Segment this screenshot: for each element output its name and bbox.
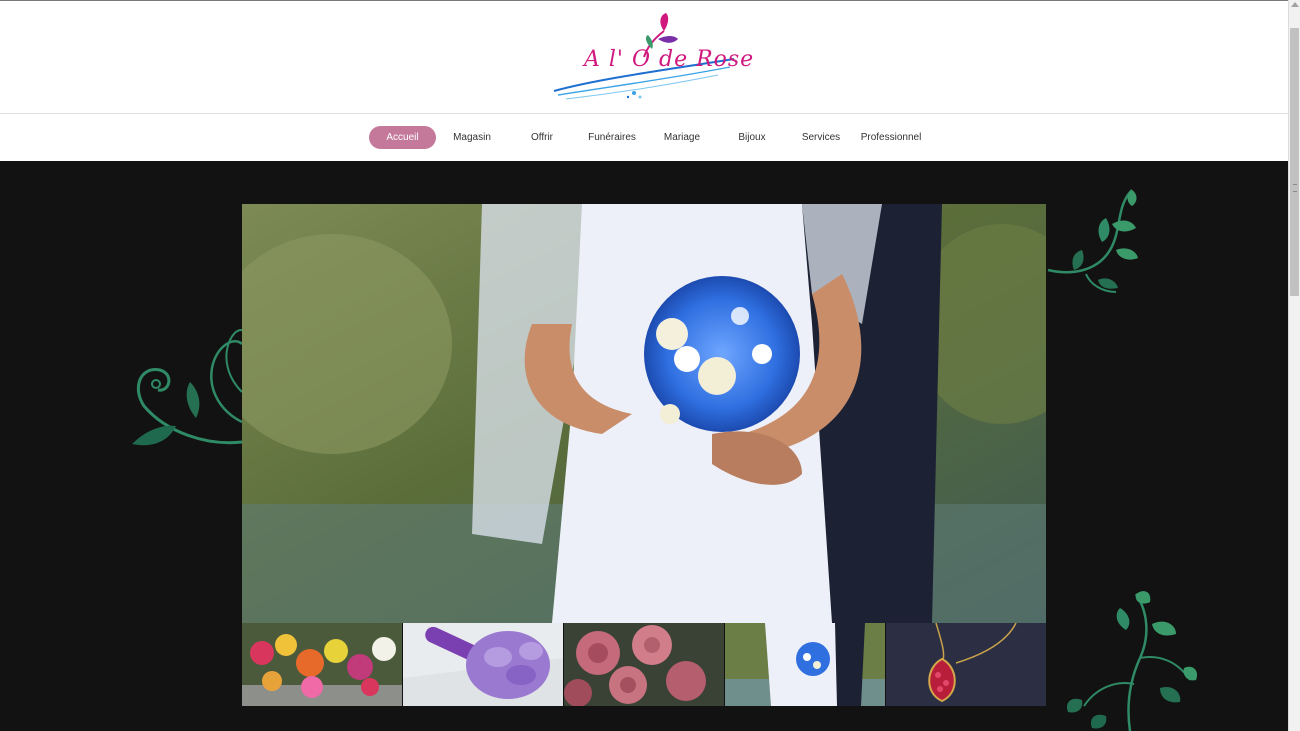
nav-item-bijoux[interactable]: Bijoux: [721, 126, 783, 149]
thumbnail-purple-calla[interactable]: [403, 623, 563, 706]
thumbnail-ruby-pendant[interactable]: [886, 623, 1046, 706]
thumbnail-pink-roses[interactable]: [564, 623, 724, 706]
right-top-vine-ornament: [1047, 189, 1138, 293]
nav-item-mariage[interactable]: Mariage: [651, 126, 713, 149]
logo-text: A l' O de Rose: [584, 47, 755, 72]
slider-thumbnails: [242, 623, 1046, 706]
wedding-bouquet-thumb-image: [725, 623, 885, 706]
nav-item-services[interactable]: Services: [790, 126, 852, 149]
nav-item-professionnel[interactable]: Professionnel: [858, 126, 924, 149]
scrollbar-thumb[interactable]: [1290, 28, 1299, 296]
main-nav: Accueil Magasin Offrir Funéraires Mariag…: [0, 114, 1288, 161]
scroll-up-arrow-icon[interactable]: [1291, 2, 1299, 7]
vertical-scrollbar[interactable]: [1288, 0, 1300, 731]
nav-item-magasin[interactable]: Magasin: [441, 126, 503, 149]
nav-item-accueil[interactable]: Accueil: [369, 126, 436, 149]
pink-roses-image: [564, 623, 724, 706]
ruby-pendant-image: [886, 623, 1046, 706]
thumbnail-wedding-bouquet[interactable]: [725, 623, 885, 706]
left-vine-ornament: [132, 329, 244, 446]
site-logo[interactable]: A l' O de Rose: [548, 9, 753, 105]
thumbnail-flower-market[interactable]: [242, 623, 402, 706]
nav-item-offrir[interactable]: Offrir: [511, 126, 573, 149]
nav-item-funeraires[interactable]: Funéraires: [578, 126, 646, 149]
scrollbar-grip-icon: [1293, 184, 1297, 192]
wedding-bouquet-image: [242, 204, 1046, 623]
site-header: A l' O de Rose: [0, 1, 1288, 114]
flower-market-image: [242, 623, 402, 706]
right-bottom-vine-ornament: [1066, 591, 1198, 731]
purple-calla-image: [403, 623, 563, 706]
slider-main-image[interactable]: [242, 204, 1046, 623]
